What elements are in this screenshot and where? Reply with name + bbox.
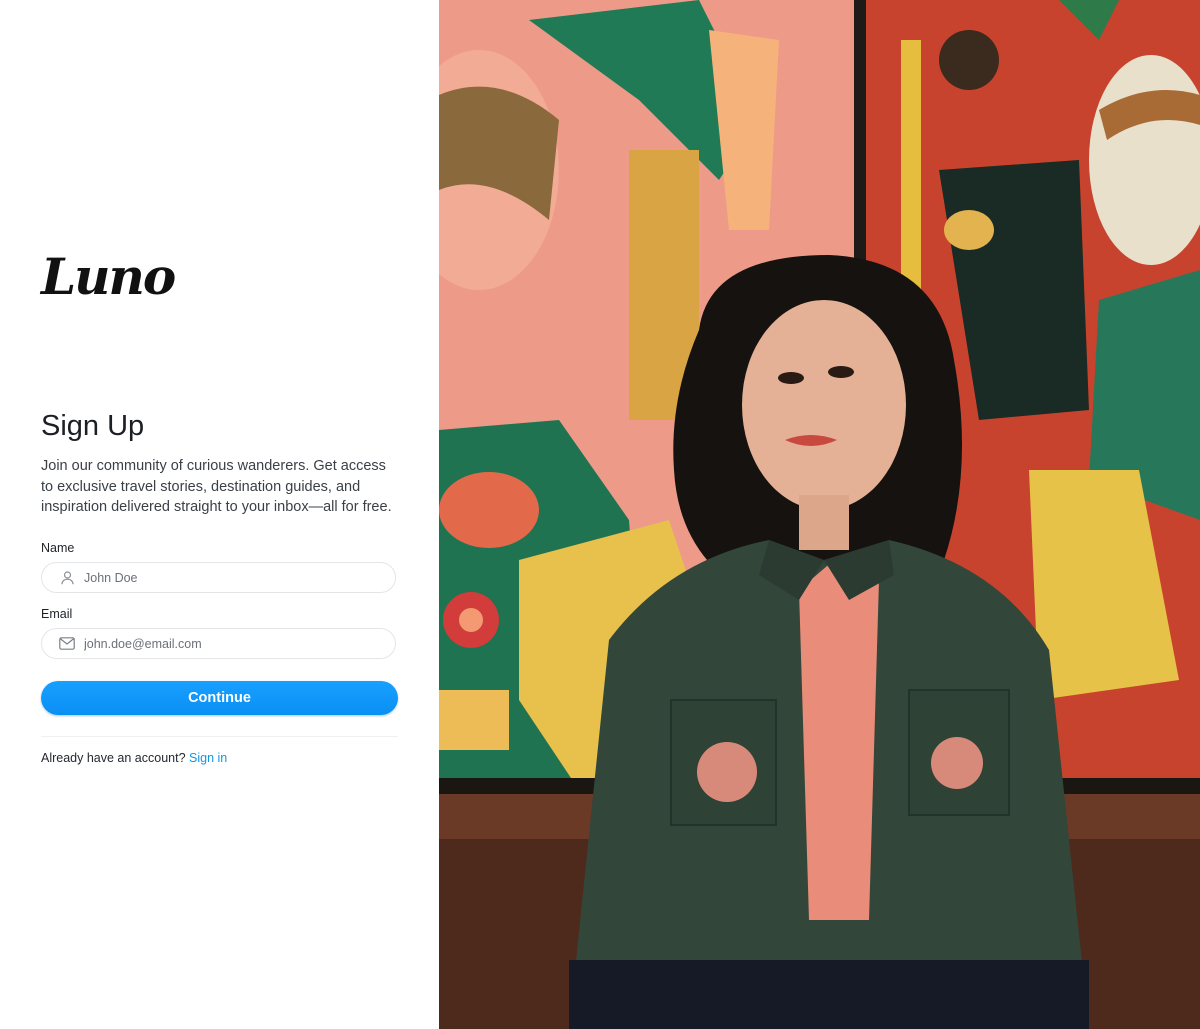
name-label: Name [41,541,75,555]
page-title: Sign Up [41,410,145,442]
mail-icon [59,636,75,652]
divider [41,736,398,737]
signin-link[interactable]: Sign in [189,751,227,765]
signin-prompt: Already have an account? [41,751,186,765]
hero-photo [439,0,1200,1029]
signup-panel: Luno Sign Up Join our community of curio… [0,0,439,1029]
name-field[interactable] [41,562,396,593]
hero-illustration [439,0,1200,1029]
email-label: Email [41,607,73,621]
page-description: Join our community of curious wanderers.… [41,458,392,515]
signin-row: Already have an account? Sign in [41,751,227,765]
brand-logo: Luno [41,247,176,306]
continue-button[interactable]: Continue [41,681,398,715]
email-field[interactable] [41,628,396,659]
email-input[interactable] [84,636,364,651]
name-input[interactable] [84,570,364,585]
user-icon [59,570,75,586]
